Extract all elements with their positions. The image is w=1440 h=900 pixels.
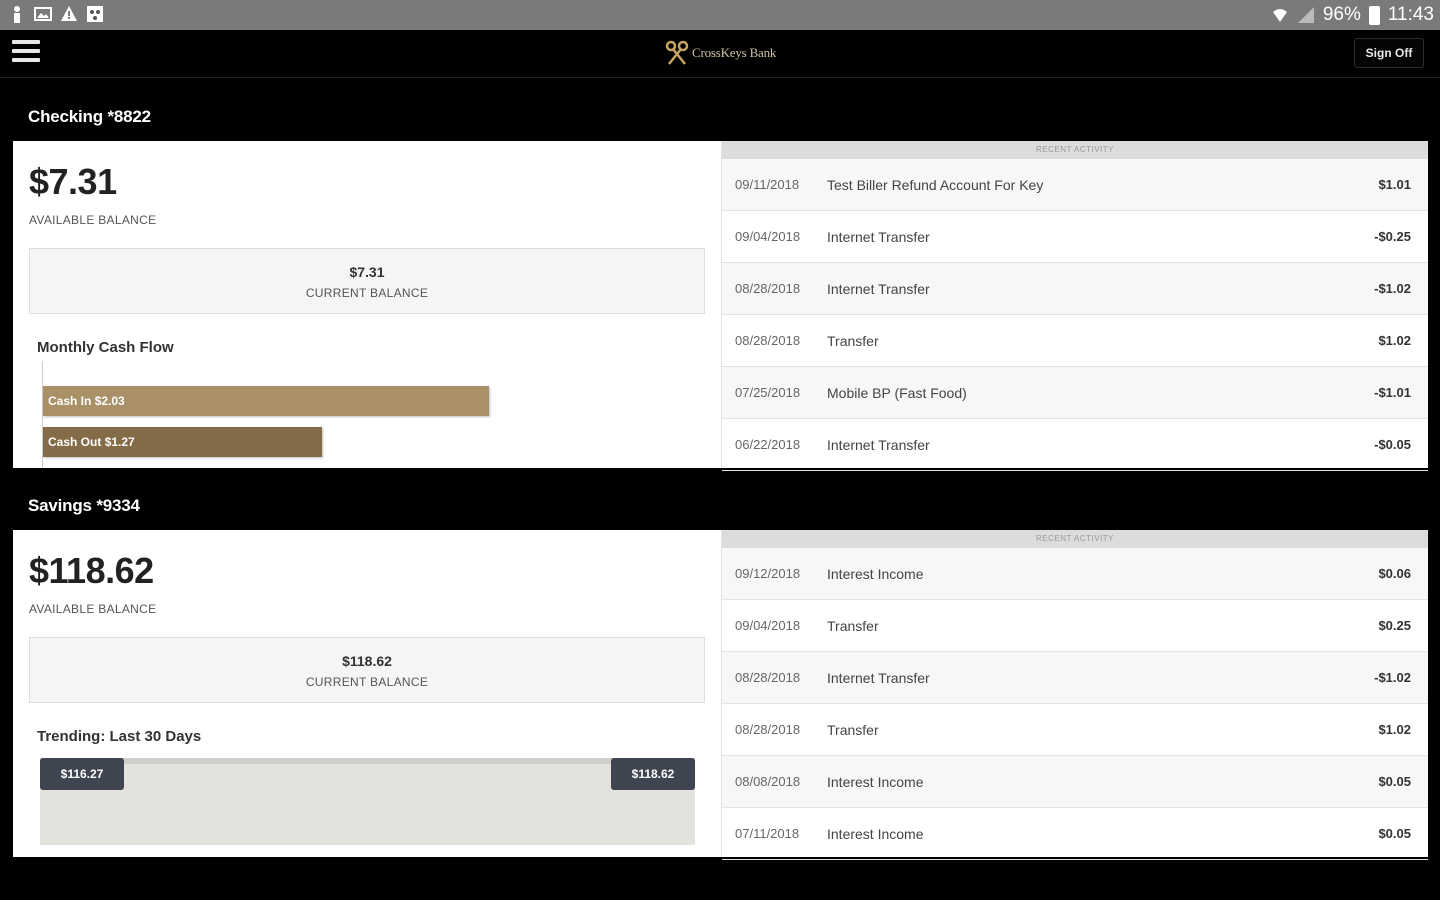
transaction-row[interactable]: 09/04/2018 Transfer $0.25 — [722, 600, 1428, 652]
transaction-amount: $1.01 — [1378, 177, 1411, 192]
signal-icon — [1297, 7, 1314, 23]
transaction-date: 07/25/2018 — [735, 385, 801, 400]
checking-account-title[interactable]: Checking *8822 — [28, 107, 151, 127]
transaction-description: Test Biller Refund Account For Key — [827, 176, 1044, 193]
cash-out-bar[interactable]: Cash Out $1.27 — [43, 427, 322, 457]
savings-account-card: $118.62 AVAILABLE BALANCE $118.62 CURREN… — [13, 530, 1428, 860]
cash-flow-title: Monthly Cash Flow — [37, 339, 174, 356]
transaction-row[interactable]: 09/11/2018 Test Biller Refund Account For… — [722, 159, 1428, 211]
status-bar: 96% 11:43 — [0, 0, 1440, 30]
logo-text: CrossKeys Bank — [692, 45, 777, 60]
current-balance-label: CURRENT BALANCE — [305, 286, 429, 300]
transaction-date: 08/08/2018 — [735, 774, 801, 789]
transaction-date: 09/12/2018 — [735, 566, 801, 581]
warning-icon — [61, 6, 77, 21]
savings-summary: $118.62 AVAILABLE BALANCE $118.62 CURREN… — [13, 530, 721, 857]
trend-end-tag: $118.62 — [611, 758, 695, 790]
trend-area-chart — [40, 758, 695, 845]
transaction-row[interactable]: 09/12/2018 Interest Income $0.06 — [722, 548, 1428, 600]
transaction-amount: $0.06 — [1378, 566, 1411, 581]
battery-percent: 96% — [1322, 4, 1361, 25]
transaction-description: Interest Income — [827, 825, 924, 842]
transaction-list: 09/11/2018 Test Biller Refund Account For… — [722, 159, 1428, 471]
person-icon — [14, 6, 20, 23]
transaction-row[interactable]: 09/04/2018 Internet Transfer -$0.25 — [722, 211, 1428, 263]
transaction-row[interactable]: 07/25/2018 Mobile BP (Fast Food) -$1.01 — [722, 367, 1428, 419]
transaction-date: 08/28/2018 — [735, 722, 801, 737]
transaction-amount: -$1.02 — [1374, 670, 1411, 685]
savings-recent-activity: RECENT ACTIVITY 09/12/2018 Interest Incom… — [721, 530, 1428, 860]
current-balance: $7.31 — [349, 264, 385, 280]
transaction-row[interactable]: 08/28/2018 Internet Transfer -$1.02 — [722, 652, 1428, 704]
transaction-description: Internet Transfer — [827, 228, 930, 245]
transaction-date: 08/28/2018 — [735, 670, 801, 685]
wifi-icon — [1272, 9, 1287, 22]
available-balance: $7.31 — [29, 161, 117, 202]
transaction-row[interactable]: 07/11/2018 Interest Income $0.05 — [722, 808, 1428, 860]
transaction-date: 08/28/2018 — [735, 281, 801, 296]
transaction-row[interactable]: 08/28/2018 Transfer $1.02 — [722, 315, 1428, 367]
current-balance-label: CURRENT BALANCE — [305, 675, 429, 689]
cash-out-value: $1.27 — [104, 435, 135, 449]
sign-off-button[interactable]: Sign Off — [1354, 38, 1424, 68]
current-balance-box: $7.31 CURRENT BALANCE — [29, 248, 705, 314]
image-icon — [34, 7, 52, 21]
savings-account-title[interactable]: Savings *9334 — [28, 496, 140, 516]
transaction-amount: $1.02 — [1378, 333, 1411, 348]
trend-start-tag: $116.27 — [40, 758, 124, 790]
transaction-amount: -$1.01 — [1374, 385, 1411, 400]
available-balance: $118.62 — [29, 550, 154, 591]
transaction-amount: -$0.05 — [1374, 437, 1411, 452]
current-balance: $118.62 — [342, 653, 392, 669]
transaction-description: Internet Transfer — [827, 280, 930, 297]
app-header: CrossKeys Bank Sign Off — [0, 30, 1440, 78]
transaction-amount: -$1.02 — [1374, 281, 1411, 296]
trend-title: Trending: Last 30 Days — [37, 728, 202, 745]
transaction-description: Transfer — [827, 332, 879, 349]
transaction-description: Transfer — [827, 617, 879, 634]
cash-in-label: Cash In — [48, 394, 92, 408]
transaction-description: Interest Income — [827, 773, 924, 790]
transaction-description: Internet Transfer — [827, 436, 930, 453]
available-balance-label: AVAILABLE BALANCE — [29, 602, 157, 616]
checking-recent-activity: RECENT ACTIVITY 09/11/2018 Test Biller Re… — [721, 141, 1428, 471]
transaction-amount: -$0.25 — [1374, 229, 1411, 244]
system-indicators: 96% 11:43 — [1271, 4, 1434, 26]
app-icon — [87, 6, 103, 22]
battery-icon — [1368, 5, 1380, 25]
transaction-amount: $0.25 — [1378, 618, 1411, 633]
cash-in-value: $2.03 — [94, 394, 125, 408]
transaction-description: Internet Transfer — [827, 669, 930, 686]
cash-out-label: Cash Out — [48, 435, 102, 449]
transaction-amount: $0.05 — [1378, 826, 1411, 841]
transaction-amount: $1.02 — [1378, 722, 1411, 737]
clock: 11:43 — [1387, 4, 1434, 25]
transaction-description: Interest Income — [827, 565, 924, 582]
transaction-description: Mobile BP (Fast Food) — [827, 384, 967, 401]
transaction-amount: $0.05 — [1378, 774, 1411, 789]
transaction-list: 09/12/2018 Interest Income $0.06 09/04/2018… — [722, 548, 1428, 860]
transaction-description: Transfer — [827, 721, 879, 738]
available-balance-label: AVAILABLE BALANCE — [29, 213, 157, 227]
transaction-row[interactable]: 08/08/2018 Interest Income $0.05 — [722, 756, 1428, 808]
transaction-date: 09/11/2018 — [735, 177, 800, 192]
transaction-date: 06/22/2018 — [735, 437, 801, 452]
transaction-date: 09/04/2018 — [735, 618, 801, 633]
crossed-keys-icon — [665, 40, 689, 65]
checking-summary: $7.31 AVAILABLE BALANCE $7.31 CURRENT BA… — [13, 141, 721, 468]
cash-in-bar[interactable]: Cash In $2.03 — [43, 386, 489, 416]
transaction-row[interactable]: 08/28/2018 Transfer $1.02 — [722, 704, 1428, 756]
checking-account-card: $7.31 AVAILABLE BALANCE $7.31 CURRENT BA… — [13, 141, 1428, 471]
transaction-row[interactable]: 06/22/2018 Internet Transfer -$0.05 — [722, 419, 1428, 471]
bank-logo: CrossKeys Bank — [664, 40, 776, 66]
transaction-date: 09/04/2018 — [735, 229, 801, 244]
menu-icon[interactable] — [12, 40, 40, 64]
recent-activity-header: RECENT ACTIVITY — [722, 530, 1428, 548]
transaction-row[interactable]: 08/28/2018 Internet Transfer -$1.02 — [722, 263, 1428, 315]
transaction-date: 07/11/2018 — [735, 826, 800, 841]
current-balance-box: $118.62 CURRENT BALANCE — [29, 637, 705, 703]
notification-icons — [8, 5, 104, 23]
transaction-date: 08/28/2018 — [735, 333, 801, 348]
recent-activity-header: RECENT ACTIVITY — [722, 141, 1428, 159]
